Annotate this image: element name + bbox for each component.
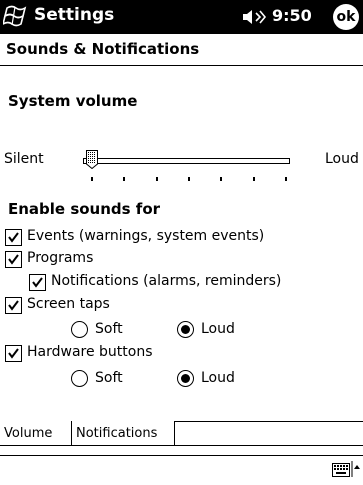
- volume-tick: [285, 177, 287, 181]
- menu-bar-divider: [0, 455, 363, 456]
- volume-tick: [123, 177, 126, 181]
- volume-tick: [188, 177, 190, 181]
- tab-strip-filler: [174, 421, 363, 446]
- app-title: Settings: [34, 5, 115, 25]
- volume-min-label: Silent: [4, 151, 44, 167]
- speaker-icon[interactable]: [242, 8, 268, 26]
- screen-taps-loud-label: Loud: [201, 321, 235, 337]
- hardware-buttons-label: Hardware buttons: [27, 344, 153, 360]
- events-label: Events (warnings, system events): [27, 228, 265, 244]
- volume-tick: [155, 177, 158, 181]
- volume-max-label: Loud: [325, 151, 359, 167]
- hardware-buttons-soft-radio[interactable]: [71, 370, 88, 387]
- system-volume-heading: System volume: [8, 92, 138, 110]
- volume-tick: [220, 177, 223, 181]
- screen-taps-soft-label: Soft: [95, 321, 123, 337]
- notifications-checkbox[interactable]: [29, 274, 46, 291]
- title-bar: Settings 9:50 ok: [0, 0, 363, 34]
- events-checkbox[interactable]: [5, 229, 22, 246]
- enable-sounds-heading: Enable sounds for: [8, 200, 161, 218]
- volume-tick: [252, 177, 255, 181]
- hardware-buttons-checkbox[interactable]: [5, 345, 22, 362]
- programs-checkbox[interactable]: [5, 251, 22, 268]
- keyboard-icon[interactable]: [332, 462, 350, 477]
- hardware-buttons-soft-label: Soft: [95, 370, 123, 386]
- volume-slider-thumb[interactable]: [86, 150, 98, 170]
- page-title: Sounds & Notifications: [6, 40, 200, 58]
- screen-taps-loud-radio[interactable]: [177, 321, 194, 338]
- volume-tick: [91, 177, 93, 181]
- windows-start-icon[interactable]: [1, 4, 29, 28]
- hardware-buttons-loud-radio[interactable]: [177, 370, 194, 387]
- header-divider: [0, 65, 363, 66]
- screen-taps-checkbox[interactable]: [5, 297, 22, 314]
- tab-volume[interactable]: Volume: [0, 421, 72, 446]
- clock[interactable]: 9:50: [272, 6, 312, 25]
- volume-slider-track[interactable]: [83, 158, 290, 164]
- ok-button[interactable]: ok: [333, 4, 359, 30]
- screen-taps-soft-radio[interactable]: [71, 321, 88, 338]
- screen-taps-label: Screen taps: [27, 296, 110, 312]
- tab-notifications[interactable]: Notifications: [71, 421, 175, 446]
- up-arrow-icon[interactable]: [351, 460, 361, 478]
- hardware-buttons-loud-label: Loud: [201, 370, 235, 386]
- programs-label: Programs: [27, 250, 94, 266]
- notifications-label: Notifications (alarms, reminders): [51, 273, 282, 289]
